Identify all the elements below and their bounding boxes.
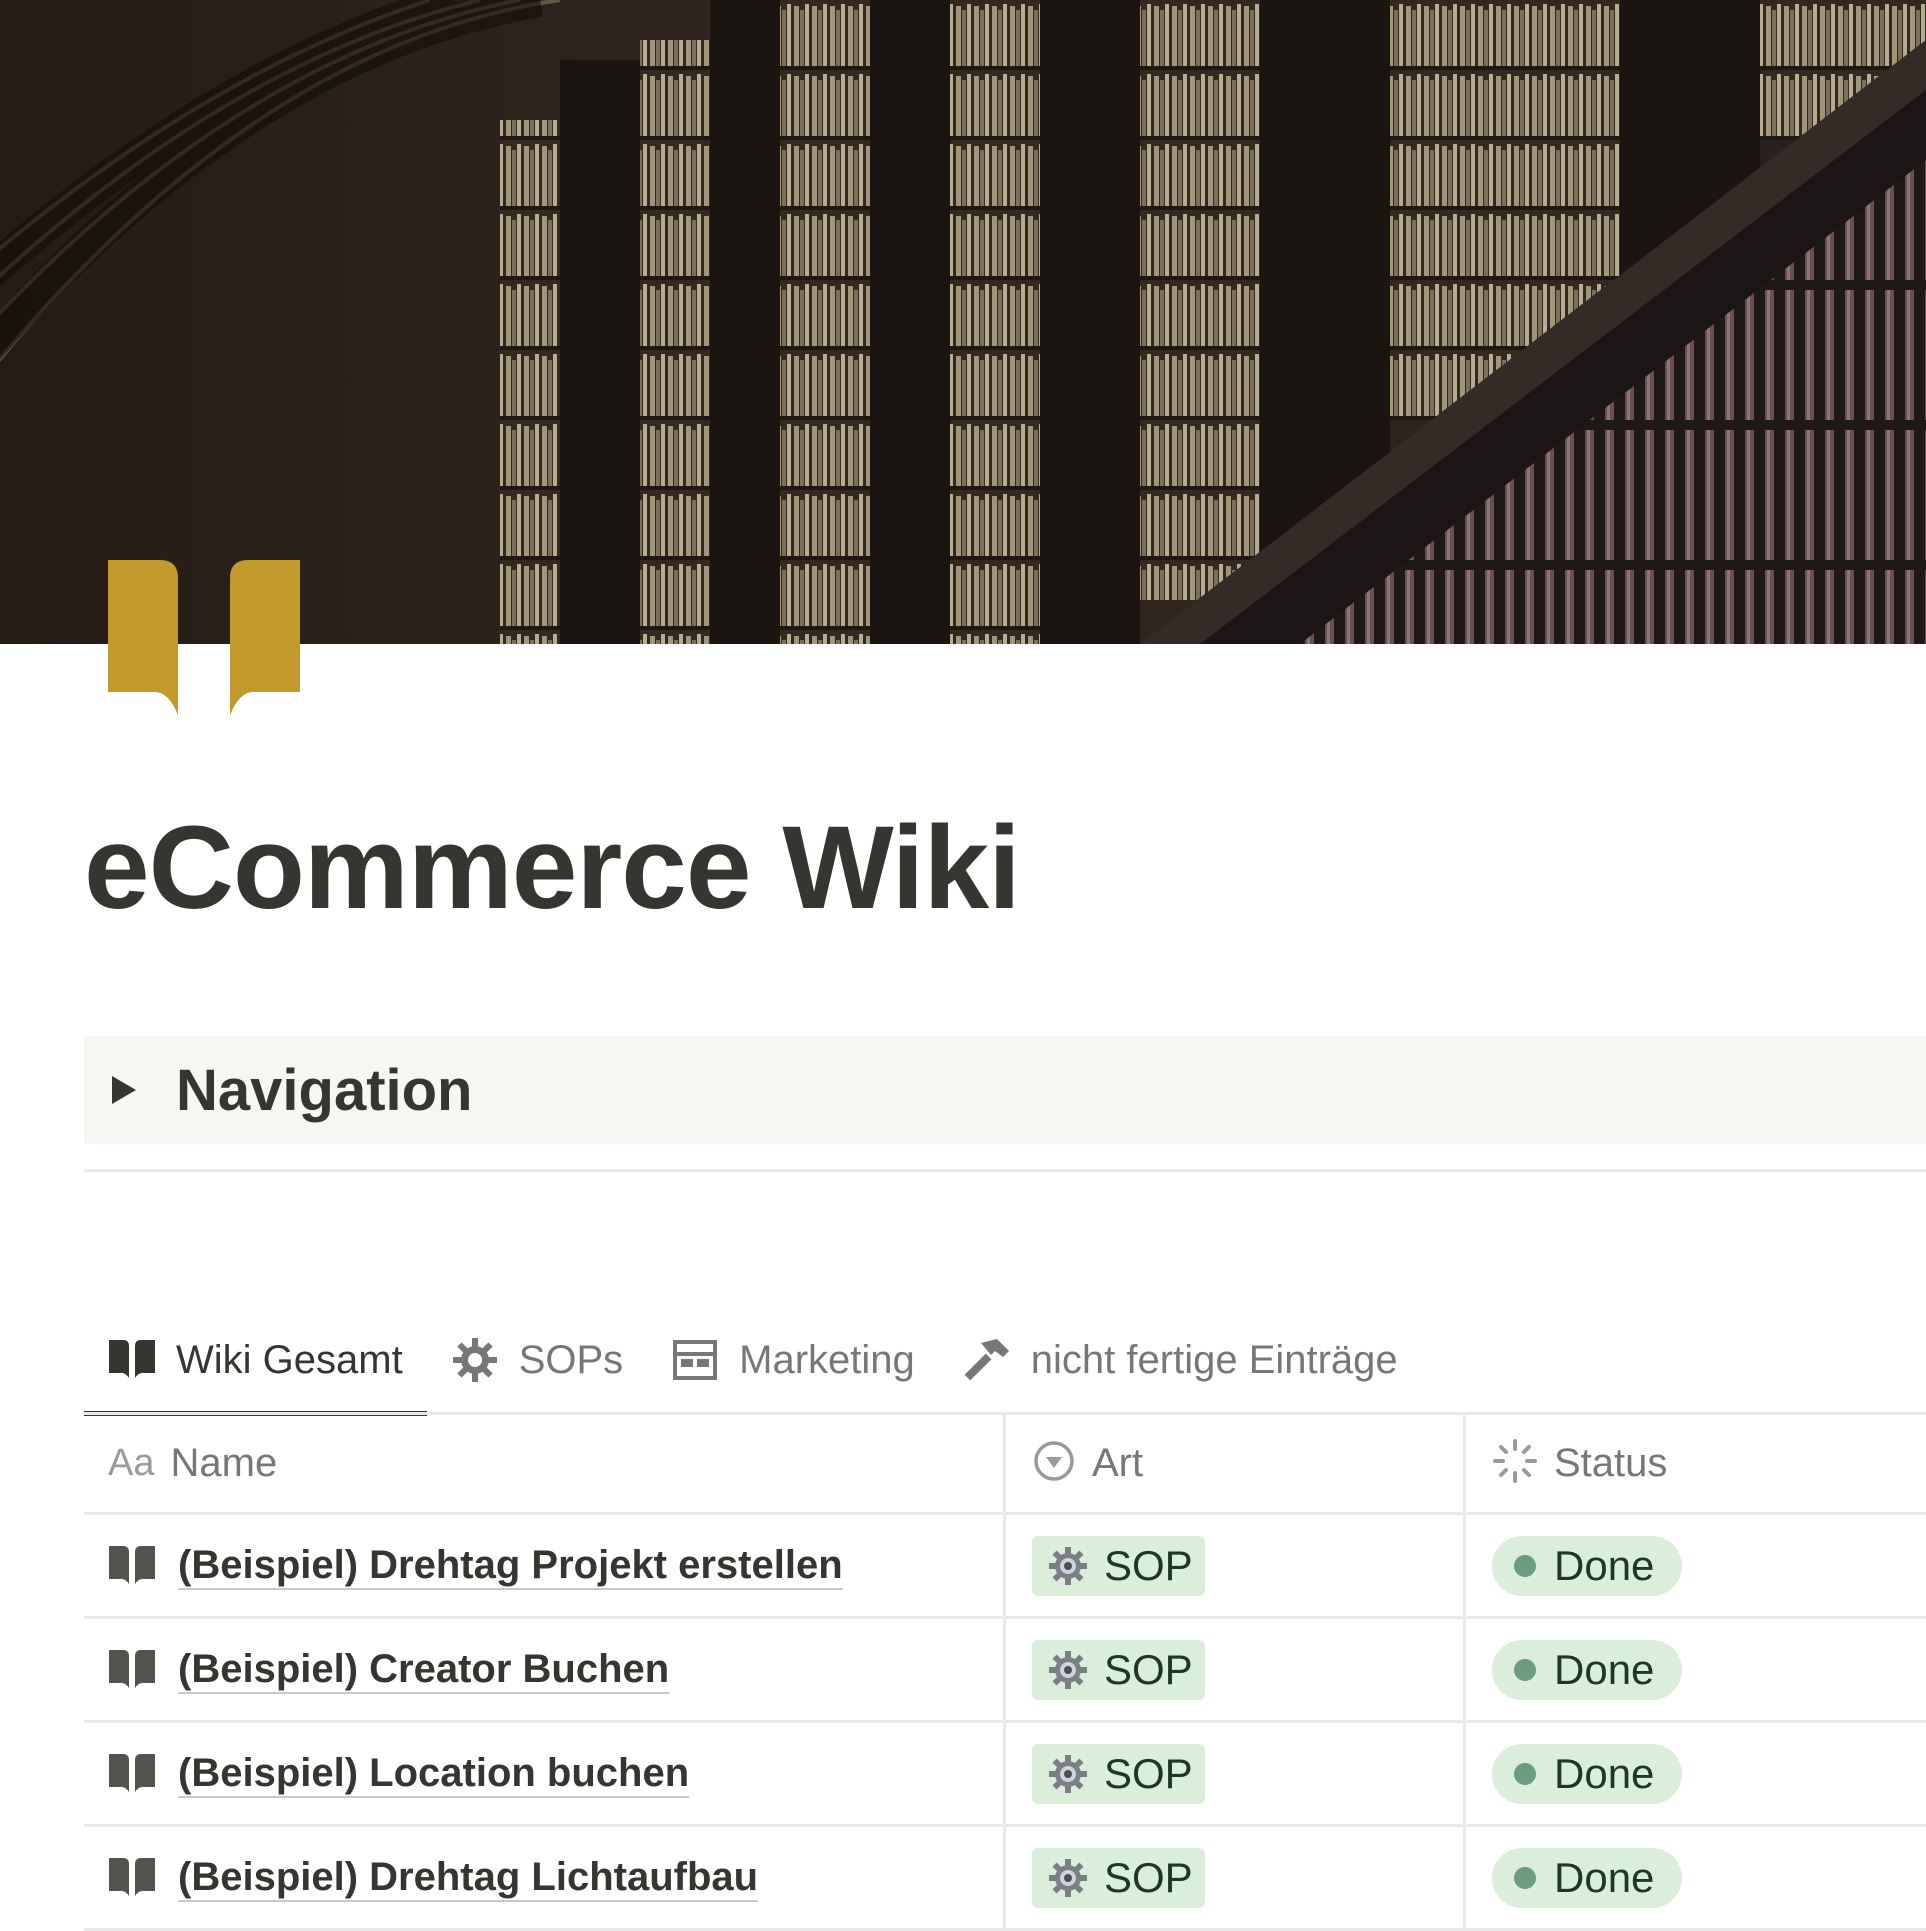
gear-icon [1049, 1546, 1087, 1585]
gear-icon [451, 1336, 499, 1384]
tab-label: Marketing [739, 1337, 915, 1382]
row-title-link[interactable]: (Beispiel) Location buchen [178, 1750, 690, 1798]
gear-icon [1049, 1650, 1087, 1689]
status-cell[interactable]: Done [1466, 1827, 1926, 1928]
table-row[interactable]: (Beispiel) Drehtag Lichtaufbau SOP Done [84, 1827, 1926, 1931]
column-header-art[interactable]: Art [1006, 1415, 1466, 1512]
tab-nicht-fertige-eintraege[interactable]: nicht fertige Einträge [939, 1316, 1422, 1404]
name-cell: (Beispiel) Creator Buchen [84, 1619, 1006, 1720]
art-tag: SOP [1032, 1847, 1205, 1908]
tab-marketing[interactable]: Marketing [647, 1316, 939, 1404]
tab-label: nicht fertige Einträge [1030, 1337, 1398, 1382]
toggle-label: Navigation [176, 1057, 473, 1123]
book-icon [108, 1750, 156, 1798]
board-icon [671, 1336, 719, 1384]
table-row[interactable]: (Beispiel) Drehtag Projekt erstellen SOP… [84, 1515, 1926, 1619]
tab-label: SOPs [518, 1337, 624, 1382]
database-table: Aa Name Art Status (Beispiel) Drehtag Pr… [84, 1415, 1926, 1931]
select-icon [1032, 1439, 1076, 1488]
tab-label: Wiki Gesamt [176, 1337, 403, 1382]
art-tag: SOP [1032, 1535, 1205, 1596]
navigation-toggle[interactable]: Navigation [84, 1036, 1926, 1144]
status-cell[interactable]: Done [1466, 1515, 1926, 1616]
row-title-link[interactable]: (Beispiel) Drehtag Lichtaufbau [178, 1854, 759, 1902]
row-title-link[interactable]: (Beispiel) Creator Buchen [178, 1646, 670, 1694]
status-dot [1514, 1658, 1536, 1681]
gear-icon [1049, 1754, 1087, 1793]
art-cell[interactable]: SOP [1006, 1619, 1466, 1720]
column-header-status[interactable]: Status [1466, 1415, 1926, 1512]
divider [84, 1169, 1926, 1172]
tab-sops[interactable]: SOPs [427, 1316, 647, 1404]
art-tag: SOP [1032, 1743, 1205, 1804]
gear-icon [1049, 1858, 1087, 1897]
status-dot [1514, 1554, 1536, 1577]
status-dot [1514, 1762, 1536, 1785]
book-icon [108, 1854, 156, 1902]
book-icon[interactable] [108, 560, 300, 720]
name-cell: (Beispiel) Drehtag Projekt erstellen [84, 1515, 1006, 1616]
name-cell: (Beispiel) Drehtag Lichtaufbau [84, 1827, 1006, 1928]
book-icon [108, 1336, 156, 1384]
row-title-link[interactable]: (Beispiel) Drehtag Projekt erstellen [178, 1542, 843, 1590]
book-icon [108, 1646, 156, 1694]
name-cell: (Beispiel) Location buchen [84, 1723, 1006, 1824]
page-title[interactable]: eCommerce Wiki [84, 800, 1021, 936]
status-badge: Done [1492, 1743, 1683, 1804]
table-row[interactable]: (Beispiel) Creator Buchen SOP Done [84, 1619, 1926, 1723]
art-tag: SOP [1032, 1639, 1205, 1700]
table-header: Aa Name Art Status [84, 1415, 1926, 1515]
text-aa-icon: Aa [108, 1442, 155, 1484]
triangle-right-icon[interactable] [112, 1076, 136, 1104]
cover-image [0, 0, 1926, 644]
hammer-icon [963, 1336, 1011, 1384]
art-cell[interactable]: SOP [1006, 1827, 1466, 1928]
tab-wiki-gesamt[interactable]: Wiki Gesamt [84, 1316, 427, 1416]
status-loader-icon [1492, 1438, 1538, 1489]
status-cell[interactable]: Done [1466, 1619, 1926, 1720]
view-tabs: Wiki Gesamt SOPs Marketing nicht fertige… [84, 1310, 1422, 1416]
status-badge: Done [1492, 1639, 1683, 1700]
book-icon [108, 1542, 156, 1590]
art-cell[interactable]: SOP [1006, 1723, 1466, 1824]
column-header-name[interactable]: Aa Name [84, 1415, 1006, 1512]
status-badge: Done [1492, 1535, 1683, 1596]
status-badge: Done [1492, 1847, 1683, 1908]
art-cell[interactable]: SOP [1006, 1515, 1466, 1616]
status-dot [1514, 1866, 1536, 1889]
status-cell[interactable]: Done [1466, 1723, 1926, 1824]
table-row[interactable]: (Beispiel) Location buchen SOP Done [84, 1723, 1926, 1827]
